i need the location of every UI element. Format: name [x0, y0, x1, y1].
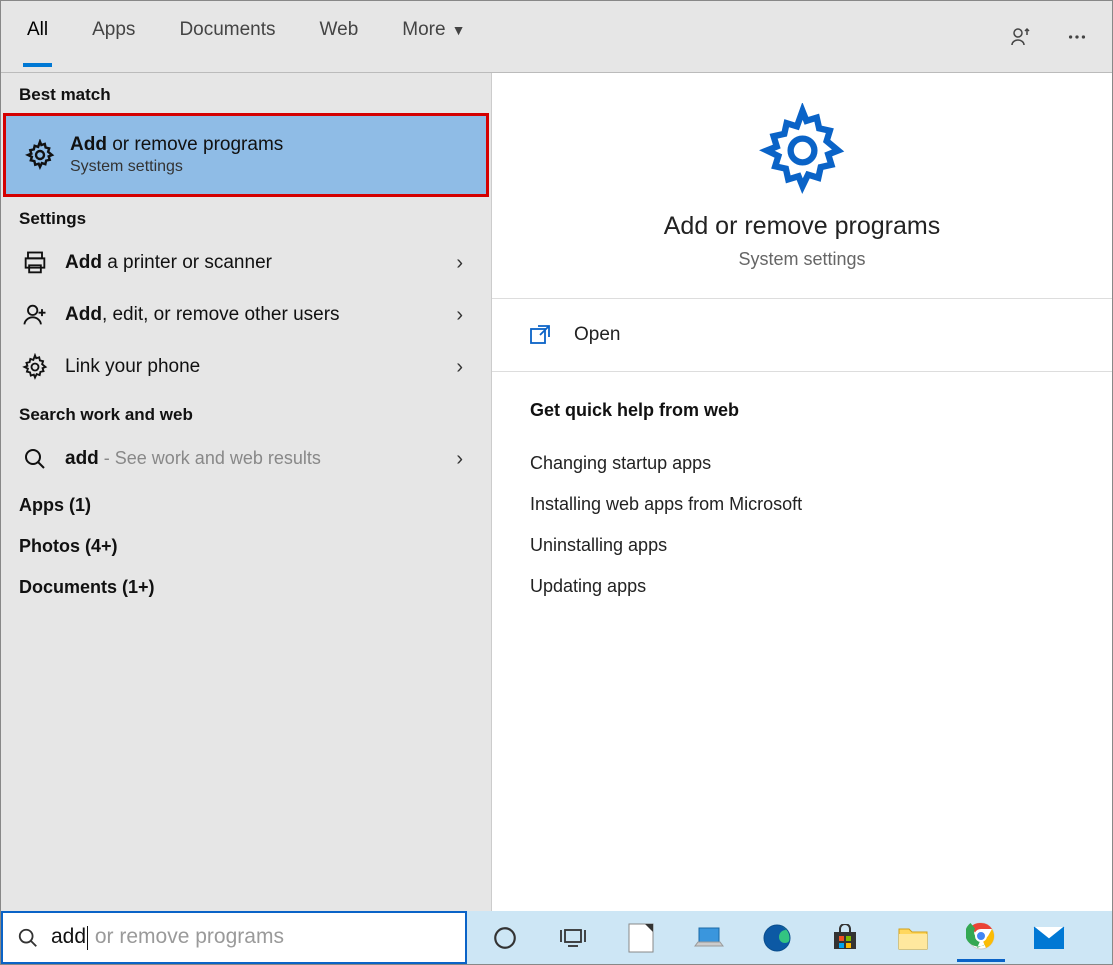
open-icon	[528, 323, 552, 347]
category-documents[interactable]: Documents (1+)	[1, 567, 491, 608]
taskbar-row: add or remove programs	[1, 911, 1112, 964]
quick-help-heading: Get quick help from web	[530, 400, 1074, 421]
search-icon	[17, 927, 39, 949]
task-view-icon[interactable]	[549, 914, 597, 962]
help-link[interactable]: Updating apps	[530, 566, 1074, 607]
section-best-match: Best match	[1, 73, 491, 113]
gear-icon	[24, 139, 56, 171]
gear-icon	[19, 351, 51, 383]
help-link[interactable]: Uninstalling apps	[530, 525, 1074, 566]
tab-more[interactable]: More▼	[398, 13, 469, 61]
edge-icon[interactable]	[753, 914, 801, 962]
tab-web[interactable]: Web	[316, 13, 363, 61]
person-add-icon	[19, 299, 51, 331]
category-photos[interactable]: Photos (4+)	[1, 526, 491, 567]
libreoffice-icon[interactable]	[617, 914, 665, 962]
file-explorer-icon[interactable]	[889, 914, 937, 962]
help-link[interactable]: Changing startup apps	[530, 443, 1074, 484]
tab-documents[interactable]: Documents	[175, 13, 279, 61]
result-label: add - See work and web results	[65, 448, 456, 470]
cortana-icon[interactable]	[481, 914, 529, 962]
search-input[interactable]: add or remove programs	[1, 911, 467, 964]
open-label: Open	[574, 324, 620, 346]
settings-result-printer[interactable]: Add a printer or scanner ›	[1, 237, 491, 289]
section-search-web: Search work and web	[1, 393, 491, 433]
chevron-right-icon: ›	[456, 252, 473, 275]
open-action[interactable]: Open	[492, 299, 1112, 372]
result-label: Add a printer or scanner	[65, 252, 456, 274]
category-apps[interactable]: Apps (1)	[1, 485, 491, 526]
laptop-icon[interactable]	[685, 914, 733, 962]
preview-title: Add or remove programs	[664, 212, 941, 241]
result-label: Link your phone	[65, 356, 456, 378]
chrome-icon[interactable]	[957, 914, 1005, 962]
settings-result-users[interactable]: Add, edit, or remove other users ›	[1, 289, 491, 341]
options-icon[interactable]	[1064, 24, 1090, 50]
preview-subtitle: System settings	[738, 249, 865, 270]
chevron-right-icon: ›	[456, 356, 473, 379]
search-icon	[19, 443, 51, 475]
settings-result-phone[interactable]: Link your phone ›	[1, 341, 491, 393]
search-filter-tabs: All Apps Documents Web More▼	[1, 1, 1112, 73]
result-subtitle: System settings	[70, 158, 468, 176]
tab-apps[interactable]: Apps	[88, 13, 139, 61]
best-match-result[interactable]: Add or remove programs System settings	[3, 113, 489, 197]
printer-icon	[19, 247, 51, 279]
web-search-result[interactable]: add - See work and web results ›	[1, 433, 491, 485]
search-text: add or remove programs	[51, 925, 284, 949]
mail-icon[interactable]	[1025, 914, 1073, 962]
help-link[interactable]: Installing web apps from Microsoft	[530, 484, 1074, 525]
result-title: Add or remove programs	[70, 134, 468, 156]
tab-all[interactable]: All	[23, 13, 52, 61]
store-icon[interactable]	[821, 914, 869, 962]
chevron-right-icon: ›	[456, 448, 473, 471]
results-panel: Best match Add or remove programs System…	[1, 73, 491, 911]
taskbar	[467, 911, 1112, 964]
section-settings: Settings	[1, 197, 491, 237]
gear-icon	[755, 103, 850, 198]
preview-panel: Add or remove programs System settings O…	[491, 73, 1112, 911]
result-label: Add, edit, or remove other users	[65, 304, 456, 326]
rewards-icon[interactable]	[1008, 24, 1034, 50]
chevron-down-icon: ▼	[452, 22, 466, 38]
chevron-right-icon: ›	[456, 304, 473, 327]
